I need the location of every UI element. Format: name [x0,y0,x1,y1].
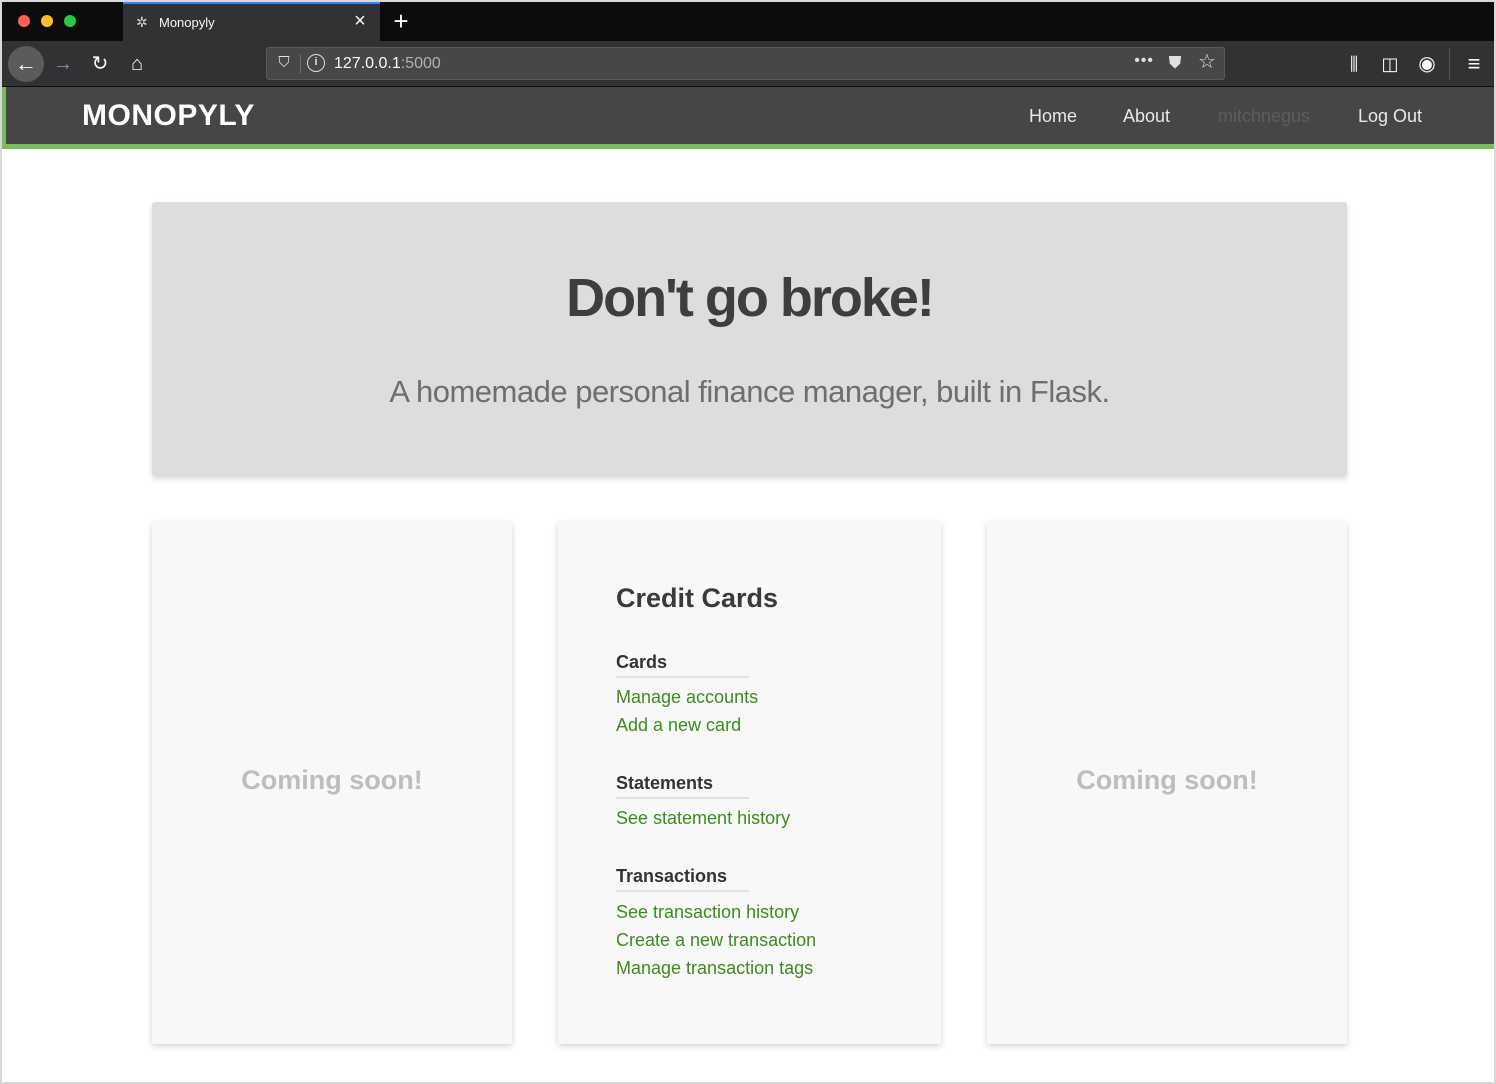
add-new-card-link[interactable]: Add a new card [616,715,741,736]
browser-tab[interactable]: ✲ Monopyly × [123,2,380,41]
coming-soon-panel-right: Coming soon! [987,522,1347,1044]
pocket-icon[interactable]: ⛊ [1164,52,1186,74]
coming-soon-panel-left: Coming soon! [152,522,512,1044]
monopyly-favicon-icon: ✲ [136,14,148,30]
window-minimize-button[interactable] [41,15,53,27]
window-maximize-button[interactable] [64,15,76,27]
hero-subtitle: A homemade personal finance manager, bui… [389,374,1110,409]
nav-about-link[interactable]: About [1123,106,1170,127]
credit-cards-panel: Credit Cards Cards Manage accounts Add a… [558,522,941,1044]
hero-title: Don't go broke! [566,268,935,328]
tab-close-icon[interactable]: × [350,11,370,31]
browser-toolbar: ← → ↻ ⌂ ⛉ i 127.0.0.1:5000 ••• ⛊ ☆ ⫼ ◫ ◉… [2,41,1494,87]
manage-tags-link[interactable]: Manage transaction tags [616,958,813,979]
url-port: :5000 [400,55,441,72]
tab-strip: ✲ Monopyly × + [2,2,1494,41]
home-icon[interactable]: ⌂ [121,48,153,80]
window-close-button[interactable] [18,15,30,27]
nav-home-link[interactable]: Home [1029,106,1077,127]
shield-icon[interactable]: ⛉ [275,54,293,72]
statements-heading: Statements [616,773,749,799]
create-transaction-link[interactable]: Create a new transaction [616,930,816,951]
forward-icon[interactable]: → [47,48,79,80]
menu-icon[interactable]: ≡ [1458,48,1490,80]
manage-accounts-link[interactable]: Manage accounts [616,687,758,708]
browser-window: ✲ Monopyly × + ← → ↻ ⌂ ⛉ i 127.0.0.1:500… [0,0,1496,1084]
nav-logout-link[interactable]: Log Out [1358,106,1422,127]
sidebar-icon[interactable]: ◫ [1374,48,1406,80]
coming-soon-text: Coming soon! [241,765,423,795]
tab-title: Monopyly [159,15,215,30]
nav-user-link[interactable]: mitchnegus [1218,106,1310,127]
library-icon[interactable]: ⫼ [1338,48,1370,80]
site-navbar: MONOPYLY Home About mitchnegus Log Out [2,87,1494,145]
coming-soon-text: Coming soon! [1076,765,1258,795]
site-brand-link[interactable]: MONOPYLY [82,99,255,133]
cards-heading: Cards [616,652,749,678]
toolbar-divider [1449,48,1450,80]
transactions-heading: Transactions [616,866,749,892]
url-text[interactable]: 127.0.0.1:5000 [334,55,441,73]
hero-banner: Don't go broke! A homemade personal fina… [152,202,1347,476]
star-icon[interactable]: ☆ [1196,51,1218,73]
statement-history-link[interactable]: See statement history [616,808,790,829]
reload-icon[interactable]: ↻ [84,48,116,80]
back-icon[interactable]: ← [8,46,44,82]
transaction-history-link[interactable]: See transaction history [616,902,799,923]
url-separator [300,54,301,74]
url-bar[interactable]: ⛉ i 127.0.0.1:5000 ••• ⛊ ☆ [266,47,1225,80]
new-tab-button[interactable]: + [388,6,414,36]
info-icon[interactable]: i [307,54,325,72]
navbar-accent-line [2,144,1494,149]
url-host: 127.0.0.1 [334,55,401,72]
credit-cards-title: Credit Cards [616,583,779,613]
account-icon[interactable]: ◉ [1411,48,1443,80]
more-icon[interactable]: ••• [1134,52,1154,70]
